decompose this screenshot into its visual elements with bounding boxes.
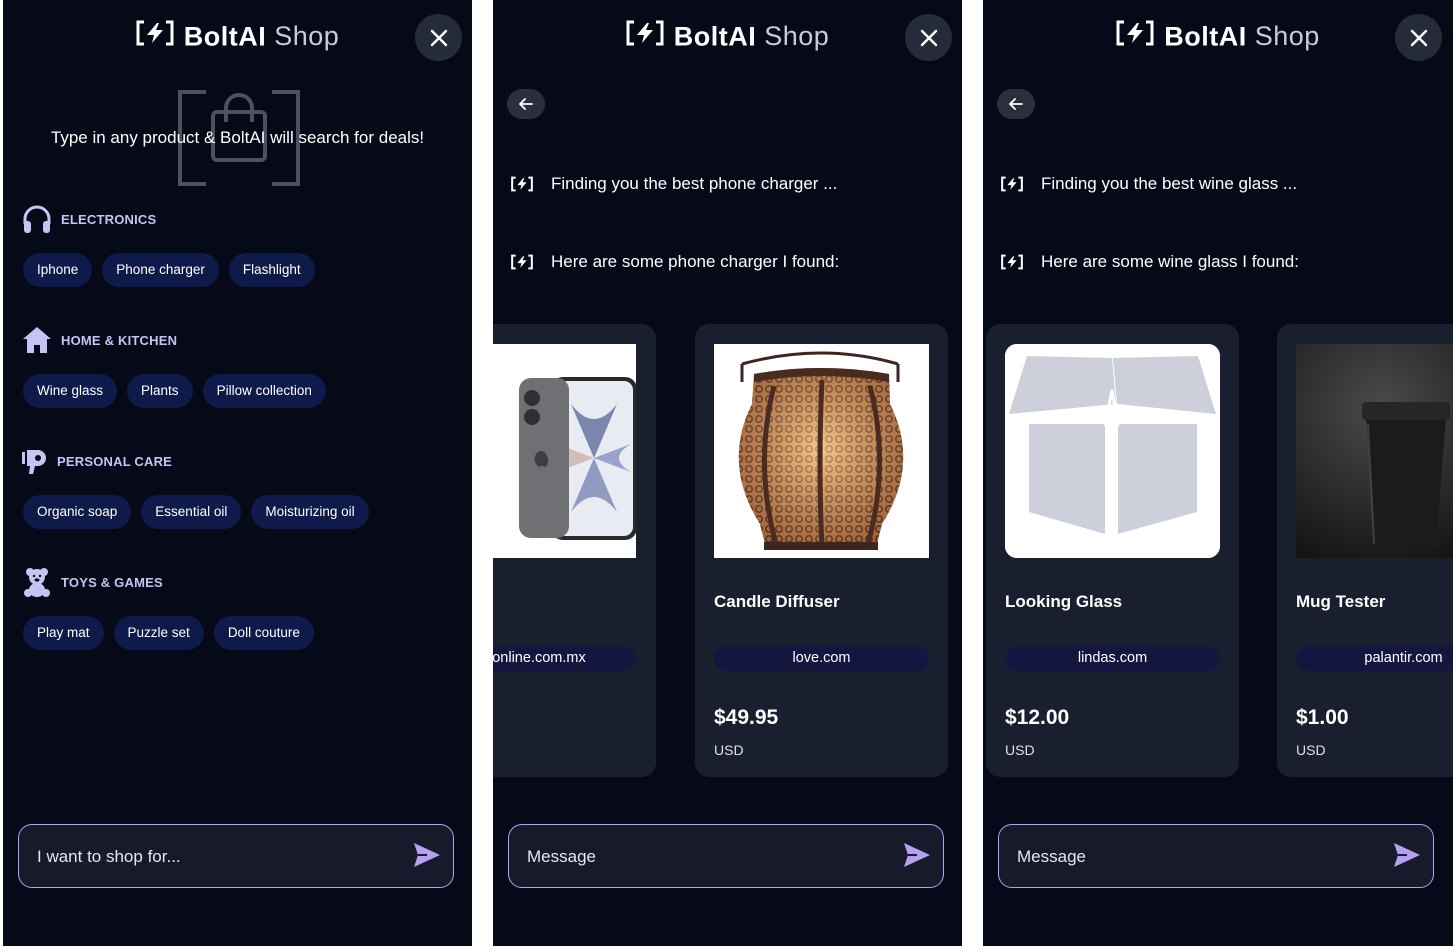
bolt-logo-icon (1001, 176, 1023, 192)
close-button[interactable] (1395, 14, 1442, 61)
close-button[interactable] (415, 14, 462, 61)
product-title: Mug Tester (1296, 592, 1386, 611)
product-card-smartphone[interactable]: 7 preonline.com.mx (493, 324, 656, 777)
chip-pillow-collection[interactable]: Pillow collection (202, 374, 326, 408)
brand-header: BoltAI Shop (493, 20, 962, 53)
message-input[interactable]: Message (508, 824, 944, 888)
product-title: Candle Diffuser (714, 592, 840, 611)
message-input[interactable]: Message (998, 824, 1434, 888)
product-card-looking-glass[interactable]: Looking Glass lindas.com $12.00 USD (986, 324, 1239, 777)
product-currency: USD (714, 742, 744, 758)
product-image-smartphone (493, 344, 636, 558)
send-button[interactable] (1393, 842, 1421, 873)
arrow-left-icon (1009, 98, 1023, 110)
house-icon (23, 327, 51, 353)
bolt-logo-icon (511, 254, 533, 270)
close-icon (430, 29, 447, 46)
results-panel-phone-charger: BoltAI Shop Finding you the best phone ch… (493, 0, 962, 946)
brand-suffix: Shop (764, 21, 830, 52)
bolt-logo-icon (626, 20, 664, 53)
message-text: Here are some wine glass I found: (1041, 252, 1299, 271)
chip-puzzle-set[interactable]: Puzzle set (113, 616, 204, 650)
brand-suffix: Shop (1254, 21, 1320, 52)
close-button[interactable] (905, 14, 952, 61)
brand-name: BoltAI (1164, 21, 1247, 52)
input-placeholder: I want to shop for... (37, 847, 181, 866)
product-price: $12.00 (1005, 706, 1070, 729)
category-title: ELECTRONICS (61, 211, 157, 227)
arrow-left-icon (519, 98, 533, 110)
product-source-link[interactable]: preonline.com.mx (493, 646, 636, 671)
headphones-icon (23, 205, 51, 233)
message-text: Finding you the best phone charger ... (551, 174, 838, 193)
send-button[interactable] (413, 842, 441, 873)
send-icon (414, 843, 440, 867)
chip-row-personal-care: Organic soap Essential oil Moisturizing … (23, 495, 369, 529)
bolt-logo-icon (1116, 20, 1154, 53)
input-placeholder: Message (1017, 847, 1086, 866)
product-image-travel-mug (1296, 344, 1453, 558)
chip-wine-glass[interactable]: Wine glass (23, 374, 118, 408)
category-electronics: ELECTRONICS (21, 204, 156, 234)
product-card-candle-diffuser[interactable]: Candle Diffuser love.com $49.95 USD (695, 324, 948, 777)
brand-suffix: Shop (274, 21, 340, 52)
send-button[interactable] (903, 842, 931, 873)
chip-play-mat[interactable]: Play mat (23, 616, 104, 650)
product-source-link[interactable]: love.com (714, 646, 929, 671)
product-title: Looking Glass (1005, 592, 1123, 611)
product-source-link[interactable]: palantir.com (1296, 646, 1453, 671)
chip-row-electronics: Iphone Phone charger Flashlight (23, 253, 315, 287)
close-icon (920, 29, 937, 46)
chip-plants[interactable]: Plants (127, 374, 193, 408)
chip-organic-soap[interactable]: Organic soap (23, 495, 132, 529)
bot-message-found: Here are some phone charger I found: (511, 252, 839, 272)
teddy-bear-icon (24, 568, 50, 597)
brand-name: BoltAI (673, 21, 757, 52)
results-panel-wine-glass: BoltAI Shop Finding you the best wine gla… (983, 0, 1453, 946)
category-title: HOME & KITCHEN (61, 332, 178, 348)
chip-essential-oil[interactable]: Essential oil (141, 495, 242, 529)
bolt-logo-icon (1001, 254, 1023, 270)
chip-moisturizing-oil[interactable]: Moisturizing oil (251, 495, 369, 529)
send-icon (904, 843, 930, 867)
close-icon (1410, 29, 1427, 46)
brand-header: BoltAI Shop (3, 20, 472, 53)
chip-iphone[interactable]: Iphone (23, 253, 93, 287)
category-title: TOYS & GAMES (61, 574, 163, 590)
category-toys-games: TOYS & GAMES (21, 566, 163, 598)
chip-doll-couture[interactable]: Doll couture (213, 616, 314, 650)
input-placeholder: Message (527, 847, 596, 866)
product-currency: USD (1005, 742, 1035, 758)
bolt-logo-icon (136, 20, 174, 53)
chip-row-toys-games: Play mat Puzzle set Doll couture (23, 616, 314, 650)
category-home-kitchen: HOME & KITCHEN (21, 325, 177, 355)
product-image-lantern (714, 344, 929, 558)
brand-name: BoltAI (183, 21, 267, 52)
product-image-placeholder-box (1005, 344, 1220, 558)
product-currency: USD (1296, 742, 1326, 758)
shop-search-input[interactable]: I want to shop for... (18, 824, 454, 888)
hero-text: Type in any product & BoltAI will search… (50, 128, 425, 147)
chip-flashlight[interactable]: Flashlight (228, 253, 315, 287)
bolt-logo-icon (511, 176, 533, 192)
brand-header: BoltAI Shop (983, 20, 1453, 53)
message-text: Here are some phone charger I found: (551, 252, 840, 271)
product-price: $1.00 (1296, 706, 1349, 729)
bot-message-finding: Finding you the best phone charger ... (511, 174, 837, 194)
bot-message-finding: Finding you the best wine glass ... (1001, 174, 1297, 194)
message-text: Finding you the best wine glass ... (1041, 174, 1298, 193)
send-icon (1394, 843, 1420, 867)
home-panel: BoltAI Shop Type in any product & BoltAI … (3, 0, 472, 946)
category-title: PERSONAL CARE (57, 453, 173, 469)
back-button[interactable] (507, 89, 545, 119)
product-price: $49.95 (714, 706, 779, 729)
bot-message-found: Here are some wine glass I found: (1001, 252, 1299, 272)
hair-dryer-icon (22, 450, 46, 474)
back-button[interactable] (997, 89, 1035, 119)
product-card-mug-tester[interactable]: Mug Tester palantir.com $1.00 USD (1277, 324, 1453, 777)
chip-row-home-kitchen: Wine glass Plants Pillow collection (23, 374, 326, 408)
product-source-link[interactable]: lindas.com (1005, 646, 1220, 671)
category-personal-care: PERSONAL CARE (21, 446, 172, 476)
chip-phone-charger[interactable]: Phone charger (102, 253, 219, 287)
